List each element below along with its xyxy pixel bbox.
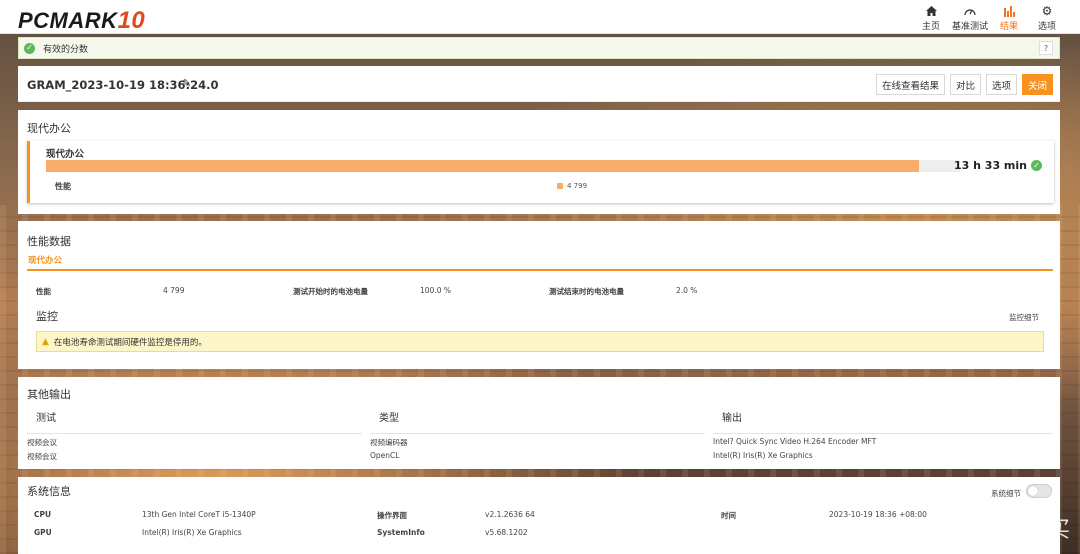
metric-label: 测试结束时的电池电量 xyxy=(549,287,624,296)
section-title: 系统信息 xyxy=(27,485,71,498)
result-header: GRAM_2023-10-19 18:36:24.0 ✎ 在线查看结果 对比 选… xyxy=(18,66,1060,102)
table-cell: OpenCL xyxy=(370,451,400,460)
nav-benchmarks[interactable]: 基准测试 xyxy=(950,3,990,32)
valid-score-banner: ✓ 有效的分数 ? xyxy=(18,37,1060,59)
metric-value: 100.0 % xyxy=(420,286,451,295)
divider xyxy=(370,433,705,434)
performance-value-text: 4 799 xyxy=(567,182,588,190)
table-cell: 视频会议 xyxy=(27,452,57,461)
section-title: 性能数据 xyxy=(27,235,71,248)
card-label: 现代办公 xyxy=(46,149,85,160)
office-score-panel: 现代办公 现代办公 13 h 33 min ✓ 性能 4 799 xyxy=(18,110,1060,214)
info-label: SystemInfo xyxy=(377,528,425,537)
view-online-button[interactable]: 在线查看结果 xyxy=(875,74,945,95)
table-cell: Intel? Quick Sync Video H.264 Encoder MF… xyxy=(713,437,877,446)
performance-label: 性能 xyxy=(55,182,71,191)
info-value: Intel(R) Iris(R) Xe Graphics xyxy=(142,528,242,537)
metric-label: 测试开始时的电池电量 xyxy=(293,287,368,296)
nav-results[interactable]: 结果 xyxy=(990,3,1028,32)
performance-data-panel: 性能数据 现代办公 性能 4 799 测试开始时的电池电量 100.0 % 测试… xyxy=(18,221,1060,369)
section-title: 现代办公 xyxy=(27,122,71,135)
monitor-heading: 监控 xyxy=(36,310,58,323)
watermark-text: 什么值得买 xyxy=(959,518,1070,543)
section-title: 其他输出 xyxy=(27,388,71,401)
site-watermark: 值 什么值得买 xyxy=(923,512,1070,544)
main-nav: 主页 基准测试 结果 ⚙ 选项 xyxy=(912,3,1066,32)
info-label: 时间 xyxy=(721,511,736,520)
info-label: 操作界面 xyxy=(377,511,407,520)
info-label: GPU xyxy=(34,528,52,537)
column-header: 类型 xyxy=(379,413,399,424)
system-details-label: 系统细节 xyxy=(991,489,1021,498)
nav-home-label: 主页 xyxy=(921,22,940,32)
table-cell: 视频编码器 xyxy=(370,438,408,447)
options-button[interactable]: 选项 xyxy=(985,74,1017,95)
nav-options-label: 选项 xyxy=(1037,22,1056,32)
info-value: v5.68.1202 xyxy=(485,528,528,537)
info-label: CPU xyxy=(34,510,52,519)
banner-text: 有效的分数 xyxy=(43,44,89,55)
column-header: 输出 xyxy=(722,413,742,424)
divider xyxy=(27,433,362,434)
check-icon: ✓ xyxy=(1031,160,1042,171)
nav-results-label: 结果 xyxy=(999,22,1018,32)
battery-life-score: 13 h 33 min ✓ xyxy=(954,159,1042,172)
close-button[interactable]: 关闭 xyxy=(1021,74,1053,95)
check-icon: ✓ xyxy=(24,42,35,54)
watermark-logo: 值 xyxy=(923,513,954,543)
pencil-icon[interactable]: ✎ xyxy=(182,77,191,90)
metric-label: 性能 xyxy=(36,287,51,296)
tab-modern-office[interactable]: 现代办公 xyxy=(28,254,62,266)
compare-button[interactable]: 对比 xyxy=(949,74,981,95)
info-value: v2.1.2636 64 xyxy=(485,510,535,519)
monitor-details-link[interactable]: 监控细节 xyxy=(1009,312,1039,323)
help-button[interactable]: ? xyxy=(1039,41,1053,55)
bar-chart-icon xyxy=(1003,3,1015,19)
column-header: 测试 xyxy=(36,413,56,424)
warning-text: 在电池寿命测试期间硬件监控是停用的。 xyxy=(53,337,207,348)
score-bar-fill xyxy=(46,160,919,172)
performance-value: 4 799 xyxy=(557,182,587,190)
score-card: 现代办公 13 h 33 min ✓ 性能 4 799 xyxy=(27,141,1054,203)
metric-value: 4 799 xyxy=(163,286,185,295)
gauge-icon xyxy=(964,3,976,19)
system-details-toggle[interactable] xyxy=(1026,484,1052,498)
monitoring-warning: ▲ 在电池寿命测试期间硬件监控是停用的。 xyxy=(36,331,1044,352)
table-cell: 视频会议 xyxy=(27,438,57,447)
info-value: 2023-10-19 18:36 +08:00 xyxy=(829,510,927,519)
app-logo: PCMARK10 xyxy=(18,7,146,34)
top-bar: PCMARK10 主页 基准测试 结果 ⚙ 选项 xyxy=(0,0,1080,34)
score-bar xyxy=(46,160,960,172)
metric-value: 2.0 % xyxy=(676,286,698,295)
nav-options[interactable]: ⚙ 选项 xyxy=(1028,3,1066,32)
divider xyxy=(713,433,1053,434)
warning-icon: ▲ xyxy=(42,336,49,347)
info-value: 13th Gen Intel CoreT i5-1340P xyxy=(142,510,256,519)
legend-swatch xyxy=(557,183,563,189)
tab-underline xyxy=(27,269,1053,271)
nav-benchmarks-label: 基准测试 xyxy=(951,22,988,32)
other-outputs-panel: 其他输出 测试 类型 输出 视频会议 视频编码器 Intel? Quick Sy… xyxy=(18,377,1060,469)
home-icon xyxy=(925,3,937,19)
gear-icon: ⚙ xyxy=(1041,4,1053,18)
result-actions: 在线查看结果 对比 选项 关闭 xyxy=(875,74,1053,95)
system-info-panel: 系统信息 系统细节 CPU 13th Gen Intel CoreT i5-13… xyxy=(18,477,1060,554)
nav-home[interactable]: 主页 xyxy=(912,3,950,32)
table-cell: Intel(R) Iris(R) Xe Graphics xyxy=(713,451,813,460)
score-value: 13 h 33 min xyxy=(954,159,1027,172)
